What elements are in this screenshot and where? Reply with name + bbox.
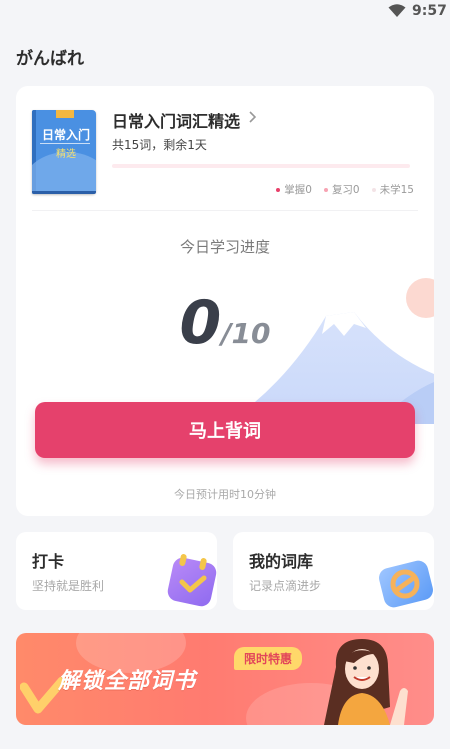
wordbank-subtitle: 记录点滴进步: [249, 579, 322, 593]
calendar-check-icon: [167, 554, 217, 607]
legend-item: 掌握0: [276, 182, 312, 197]
wifi-icon: [388, 4, 406, 17]
today-learned-count: 0: [179, 288, 222, 358]
unlock-books-banner[interactable]: 解锁全部词书 限时特惠: [16, 633, 434, 725]
page-title: がんばれ: [16, 49, 84, 69]
book-summary: 共15词，剩余1天: [112, 138, 207, 152]
today-count: 0/10: [16, 288, 434, 358]
checkin-subtitle: 坚持就是胜利: [32, 579, 105, 593]
legend-dot: [371, 187, 376, 192]
book-progress-bar: [112, 164, 410, 168]
cover-title: 日常入门: [41, 128, 90, 142]
wordbank-title: 我的词库: [249, 552, 314, 571]
legend-label: 掌握0: [284, 184, 312, 196]
legend-dot: [276, 187, 281, 192]
legend-label: 未学15: [379, 184, 414, 196]
book-tab: [56, 110, 74, 118]
legend-dot: [323, 187, 328, 192]
legend-item: 复习0: [323, 182, 360, 197]
estimated-time: 今日预计用时10分钟: [174, 488, 276, 501]
legend-label: 复习0: [331, 184, 360, 196]
status-bar: 9:57: [0, 0, 450, 24]
chevron-right-icon[interactable]: [248, 110, 258, 124]
wordbank-icon: [379, 560, 433, 608]
book-name-link[interactable]: 日常入门词汇精选: [112, 108, 240, 132]
progress-legend: 掌握0 复习0 未学15: [276, 182, 414, 197]
today-goal-count: /10: [221, 317, 271, 350]
checkin-card[interactable]: 打卡 坚持就是胜利: [16, 532, 217, 610]
cover-subtitle: 精选: [56, 149, 76, 160]
status-time: 9:57: [412, 3, 447, 19]
cover-divider: [40, 143, 90, 144]
divider: [32, 210, 418, 211]
start-memorize-button[interactable]: 马上背词: [35, 402, 415, 458]
legend-item: 未学15: [371, 182, 414, 197]
checkin-title: 打卡: [32, 552, 65, 571]
banner-headline: 解锁全部词书: [58, 669, 197, 694]
limited-offer-badge: 限时特惠: [234, 647, 303, 670]
book-base: [32, 191, 96, 194]
wordbank-card[interactable]: 我的词库 记录点滴进步: [233, 532, 434, 610]
today-progress-label: 今日学习进度: [179, 238, 270, 256]
study-card: 日常入门 精选 日常入门词汇精选 共15词，剩余1天 掌握0 复习0 未学15 今日…: [16, 86, 434, 516]
book-cover[interactable]: 日常入门 精选: [32, 110, 96, 194]
woman-illustration: [324, 639, 408, 725]
